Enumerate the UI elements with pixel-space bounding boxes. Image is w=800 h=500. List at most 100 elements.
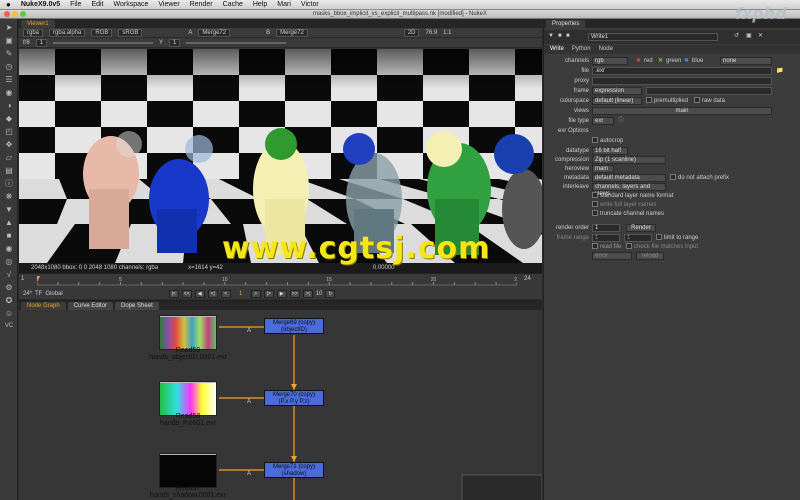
gamma-slider[interactable]	[186, 41, 287, 44]
merge69-node[interactable]: Merge69 (copy) (objectID)	[264, 318, 324, 334]
zoom-window-icon[interactable]	[20, 11, 26, 17]
other-icon[interactable]: ■	[2, 230, 16, 240]
premultiplied-checkbox[interactable]	[646, 97, 652, 104]
menu-render[interactable]: Render	[190, 1, 213, 8]
ratio-value[interactable]: 1:1	[443, 30, 451, 36]
tab-node-graph[interactable]: Node Graph	[21, 302, 66, 310]
menu-file[interactable]: File	[70, 1, 81, 8]
merge-icon[interactable]: ◰	[2, 126, 16, 136]
step-back-button[interactable]: <|	[207, 290, 218, 298]
time-icon[interactable]: ◷	[2, 61, 16, 71]
node-graph-canvas[interactable]: Read59 hands_objectID.0001.exr Read58 ha…	[19, 310, 542, 500]
vc-icon[interactable]: VC	[2, 321, 16, 331]
frame-expression-field[interactable]	[646, 87, 772, 95]
menu-cache[interactable]: Cache	[223, 1, 243, 8]
revert-icon[interactable]: ↺	[734, 32, 739, 41]
play-forward-button[interactable]: ▶	[276, 290, 287, 298]
filetype-info-icon[interactable]: ⓘ	[618, 117, 624, 126]
color-icon[interactable]: ■	[566, 32, 570, 41]
compression-dropdown[interactable]: Zip (1 scanline)	[592, 156, 666, 164]
current-frame-field[interactable]: 1	[234, 291, 248, 297]
toolsets-icon[interactable]: ▲	[2, 217, 16, 227]
tf-dropdown[interactable]: TF	[35, 291, 42, 297]
read59-node[interactable]	[159, 315, 217, 350]
close-window-icon[interactable]	[4, 11, 10, 17]
step-fwd-button[interactable]: |>	[263, 290, 274, 298]
interleave-dropdown[interactable]: channels, layers and views	[592, 183, 666, 197]
truncate-checkbox[interactable]	[592, 210, 598, 217]
pointer-icon[interactable]: ➤	[2, 22, 16, 32]
particles-icon[interactable]: ❋	[2, 191, 16, 201]
deep-icon[interactable]: ▼	[2, 204, 16, 214]
metadata-dropdown[interactable]: default metadata	[592, 174, 666, 182]
heroview-dropdown[interactable]: main	[592, 165, 614, 173]
proxy-field[interactable]	[592, 77, 772, 85]
fps-field[interactable]: 24*	[23, 291, 32, 297]
next-key-button[interactable]: >>	[289, 290, 300, 298]
b-input-dropdown[interactable]: Merge72	[276, 28, 308, 37]
autocrop-checkbox[interactable]	[592, 137, 598, 144]
timeline-end[interactable]: 24	[524, 276, 531, 282]
check-file-checkbox[interactable]	[626, 243, 632, 250]
fwd-inc-button[interactable]: >	[250, 290, 261, 298]
tab-viewer1[interactable]: Viewer1	[21, 20, 55, 28]
datatype-dropdown[interactable]: 16 bit half	[592, 147, 628, 155]
alpha-channel-dropdown[interactable]: rgba.alpha	[49, 28, 86, 37]
viewer-lut-dropdown[interactable]: sRGB	[118, 28, 143, 37]
menu-viewer[interactable]: Viewer	[158, 1, 179, 8]
a-input-dropdown[interactable]: Merge72	[198, 28, 231, 37]
transform-icon[interactable]: ✥	[2, 139, 16, 149]
render-order-field[interactable]: 1	[592, 224, 620, 232]
metadata-icon[interactable]: ⓘ	[2, 178, 16, 188]
timeline-slider[interactable]: 1510152024	[37, 276, 517, 288]
gain-slider[interactable]	[53, 41, 154, 44]
global-dropdown[interactable]: Global	[45, 291, 62, 297]
alpha-channel-dropdown[interactable]: none	[720, 57, 772, 65]
frame-range-end[interactable]: 1	[624, 234, 652, 242]
last-frame-button[interactable]: >|	[302, 290, 313, 298]
furnace-icon[interactable]: ◉	[2, 243, 16, 253]
play-backward-button[interactable]: ◀	[194, 290, 205, 298]
float-icon[interactable]: ▣	[746, 32, 752, 41]
merge71-node[interactable]: Merge71 (copy) (shadow)	[264, 462, 324, 478]
menu-victor[interactable]: Victor	[301, 1, 319, 8]
tab-dope-sheet[interactable]: Dope Sheet	[115, 302, 159, 310]
tab-write[interactable]: Write	[550, 45, 564, 54]
frame-range-start[interactable]: 1	[592, 234, 620, 242]
reload-button[interactable]: reload	[636, 252, 664, 260]
expression-icon[interactable]: √	[2, 269, 16, 279]
channels-dropdown[interactable]: rgba	[23, 28, 44, 37]
menu-mari[interactable]: Mari	[277, 1, 291, 8]
close-panel-icon[interactable]: ✕	[758, 32, 763, 41]
ocula-icon[interactable]: ◎	[2, 256, 16, 266]
back-inc-button[interactable]: <	[220, 290, 231, 298]
tab-python[interactable]: Python	[572, 45, 591, 54]
menu-edit[interactable]: Edit	[91, 1, 103, 8]
filetype-dropdown[interactable]: exr	[592, 117, 614, 125]
minimize-window-icon[interactable]	[12, 11, 18, 17]
python-icon[interactable]: ⚙	[2, 282, 16, 292]
tab-node[interactable]: Node	[599, 45, 613, 54]
prev-key-button[interactable]: <<	[181, 290, 192, 298]
limit-range-checkbox[interactable]	[656, 234, 662, 241]
increment-field[interactable]: 10	[316, 291, 323, 297]
merge70-node[interactable]: Merge70 (copy) (P.x P.y P.z)	[264, 390, 324, 406]
no-prefix-checkbox[interactable]	[670, 174, 676, 181]
write-full-checkbox[interactable]	[592, 201, 598, 208]
read58-node[interactable]	[159, 381, 217, 416]
channels-dropdown[interactable]: rgb	[592, 57, 628, 65]
collapse-icon[interactable]: ▼	[548, 32, 554, 41]
zoom-value[interactable]: 76.9	[425, 30, 437, 36]
filter-icon[interactable]: ◑	[2, 100, 16, 110]
views-icon[interactable]: ▤	[2, 165, 16, 175]
tab-properties[interactable]: Properties	[546, 20, 586, 28]
std-layer-checkbox[interactable]	[592, 192, 598, 199]
view-mode-dropdown[interactable]: 2D	[403, 28, 420, 37]
apple-icon[interactable]: ●	[6, 0, 11, 9]
menu-help[interactable]: Help	[253, 1, 267, 8]
file-browser-icon[interactable]: 📁	[776, 67, 783, 76]
3d-icon[interactable]: ▱	[2, 152, 16, 162]
color-icon[interactable]: ◉	[2, 87, 16, 97]
face-icon[interactable]: ☺	[2, 308, 16, 318]
channel-icon[interactable]: ☰	[2, 74, 16, 84]
